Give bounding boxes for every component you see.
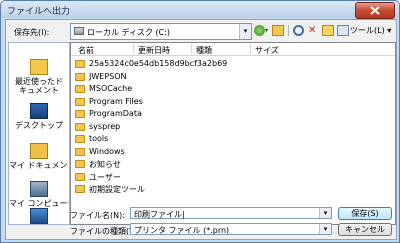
list-item-name: 25a5324c0e54db158d9bcf3a2b69: [89, 59, 228, 68]
list-item-name: ユーザー: [89, 172, 121, 182]
close-icon: [370, 6, 380, 15]
place-recent-documents[interactable]: 最近使ったド キュメント: [9, 59, 69, 95]
new-folder-icon[interactable]: [322, 25, 334, 36]
place-my-computer[interactable]: マイ コンピュータ: [9, 181, 69, 208]
list-item-name: JWEPSON: [89, 71, 127, 81]
folder-icon: [75, 122, 85, 131]
search-icon[interactable]: [293, 25, 304, 36]
my-documents-icon: [30, 143, 48, 159]
filetype-value: プリンタ ファイル (*.prn): [134, 226, 230, 235]
file-list[interactable]: 名前 更新日時 種類 サイズ 25a5324c0e54db158d9bcf3a2…: [70, 42, 396, 225]
recent-documents-icon: [30, 59, 48, 75]
place-label: キュメント: [19, 86, 59, 95]
tools-menu-label: ツール(L): [350, 26, 385, 35]
folder-icon: [75, 72, 85, 81]
filename-label: ファイル名(N):: [70, 211, 125, 220]
place-label: マイ コンピュータ: [9, 199, 69, 208]
back-dropdown-icon[interactable]: ▾: [265, 25, 271, 36]
my-computer-icon: [30, 181, 48, 197]
save-button[interactable]: 保存(S): [338, 207, 392, 220]
file-list-header: 名前 更新日時 種類 サイズ: [71, 43, 395, 56]
list-item-name: sysprep: [89, 121, 121, 131]
save-in-label: 保存先(I):: [14, 28, 50, 37]
column-divider[interactable]: [133, 44, 134, 54]
folder-icon: [75, 147, 85, 156]
filename-value: 印刷ファイル|: [134, 210, 185, 219]
place-label: マイ ドキュメント: [9, 161, 69, 170]
column-header-modified[interactable]: 更新日時: [138, 45, 170, 56]
list-item-name: MSOCache: [89, 84, 133, 93]
folder-icon: [75, 185, 85, 193]
place-label: デスクトップ: [15, 121, 63, 130]
location-dropdown[interactable]: ローカル ディスク (C:) ▾: [70, 23, 252, 40]
filetype-select[interactable]: プリンタ ファイル (*.prn) ▾: [130, 223, 332, 235]
delete-icon[interactable]: ✕: [308, 25, 319, 36]
column-divider[interactable]: [191, 44, 192, 54]
column-header-size[interactable]: サイズ: [255, 45, 279, 56]
folder-icon: [75, 60, 85, 68]
location-value: ローカル ディスク (C:): [87, 28, 171, 37]
folder-icon: [75, 172, 85, 181]
filename-input[interactable]: 印刷ファイル| ▾: [130, 207, 332, 219]
folder-icon: [75, 110, 85, 118]
desktop-icon: [30, 103, 48, 119]
title-bar: ファイルへ出力: [1, 1, 399, 19]
window-title: ファイルへ出力: [7, 7, 71, 17]
list-item-name: tools: [89, 134, 109, 143]
places-bar: 最近使ったド キュメント デスクトップ マイ ドキュメント マイ コンピュータ: [8, 42, 70, 225]
place-label: 最近使ったド: [15, 77, 63, 86]
cancel-button[interactable]: キャンセル: [338, 223, 392, 236]
back-icon[interactable]: [254, 25, 265, 36]
dialog-body: 保存先(I): ローカル ディスク (C:) ▾ ▾ ✕ ツール(L) ▾ 最近…: [5, 19, 397, 240]
list-item-name: 初期設定ツール: [89, 185, 145, 194]
close-button[interactable]: [355, 2, 395, 19]
drive-icon: [74, 27, 84, 35]
place-desktop[interactable]: デスクトップ: [9, 103, 69, 130]
list-item-name: Program Files: [89, 96, 143, 106]
column-divider[interactable]: [250, 44, 251, 54]
place-network[interactable]: [9, 208, 69, 226]
list-item-name: ProgramData: [89, 109, 142, 118]
place-my-documents[interactable]: マイ ドキュメント: [9, 143, 69, 170]
filename-dropdown-icon[interactable]: ▾: [319, 208, 331, 218]
list-item-name: Windows: [89, 146, 125, 156]
network-icon: [30, 208, 48, 224]
toolbar-divider: [288, 25, 289, 36]
views-icon[interactable]: [337, 25, 349, 36]
filetype-dropdown-icon[interactable]: ▾: [319, 224, 331, 234]
file-save-dialog: ファイルへ出力 保存先(I): ローカル ディスク (C:) ▾ ▾ ✕ ツール…: [0, 0, 400, 243]
column-header-type[interactable]: 種類: [196, 45, 212, 56]
tools-dropdown-icon: ▾: [387, 26, 392, 35]
folder-icon: [75, 160, 85, 168]
list-item-name: お知らせ: [89, 160, 121, 169]
folder-icon: [75, 85, 85, 93]
folder-icon: [75, 135, 85, 143]
chevron-down-icon[interactable]: ▾: [239, 24, 251, 39]
up-folder-icon[interactable]: [272, 25, 284, 36]
folder-icon: [75, 97, 85, 106]
tools-menu[interactable]: ツール(L) ▾: [350, 25, 391, 36]
column-header-name[interactable]: 名前: [78, 45, 94, 56]
